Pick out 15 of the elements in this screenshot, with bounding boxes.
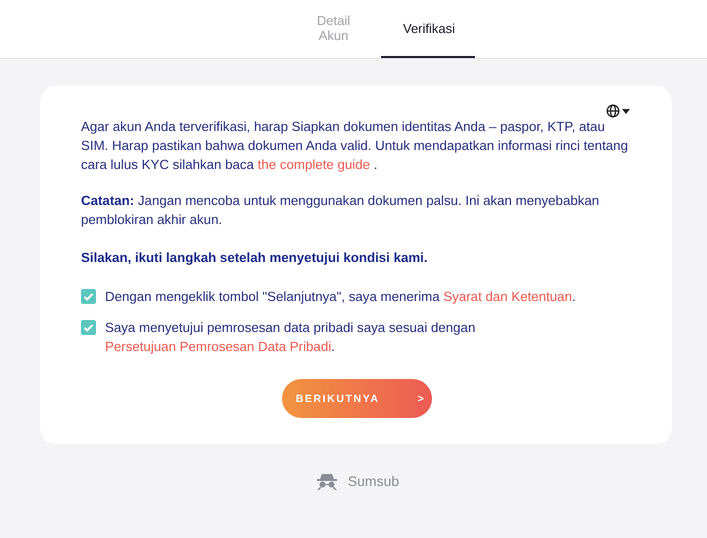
agreement-text: Dengan mengeklik tombol "Selanjutnya", saya menerima Syarat dan Ketentuan.	[105, 288, 576, 306]
guide-link[interactable]: the complete guide	[258, 157, 370, 172]
terms-link[interactable]: Syarat dan Ketentuan	[443, 289, 572, 304]
brand-name: Sumsub	[348, 473, 400, 489]
next-button[interactable]: BERIKUTNYA >	[282, 379, 432, 418]
instruction-text: Silakan, ikuti langkah setelah menyetujui kondisi kami.	[81, 249, 429, 267]
intro-paragraph: Agar akun Anda terverifikasi, harap Siapkan dokumen identitas Anda – paspor, KTP, atau SIM. Harap pastikan bahwa dokumen Anda valid. Untuk mendapatkan informasi rinci tentang cara lulus KYC silahkan baca the complete guide .	[81, 118, 629, 174]
agreement-text: Saya menyetujui pemrosesan data pribadi saya sesuai dengan Persetujuan Pemrosesan Data Pribadi.	[105, 319, 476, 356]
terms-link[interactable]: Persetujuan Pemrosesan Data Pribadi	[105, 339, 332, 354]
language-icon[interactable]	[606, 104, 632, 118]
checkbox[interactable]	[81, 289, 96, 304]
note-paragraph: Catatan: Jangan mencoba untuk menggunakan dokumen palsu. Ini akan menyebabkan pemblokiran akhir akun.	[81, 192, 600, 229]
tab[interactable]: Detail Akun	[286, 0, 381, 58]
tab[interactable]: Verifikasi	[381, 0, 475, 58]
checkbox[interactable]	[81, 320, 96, 335]
